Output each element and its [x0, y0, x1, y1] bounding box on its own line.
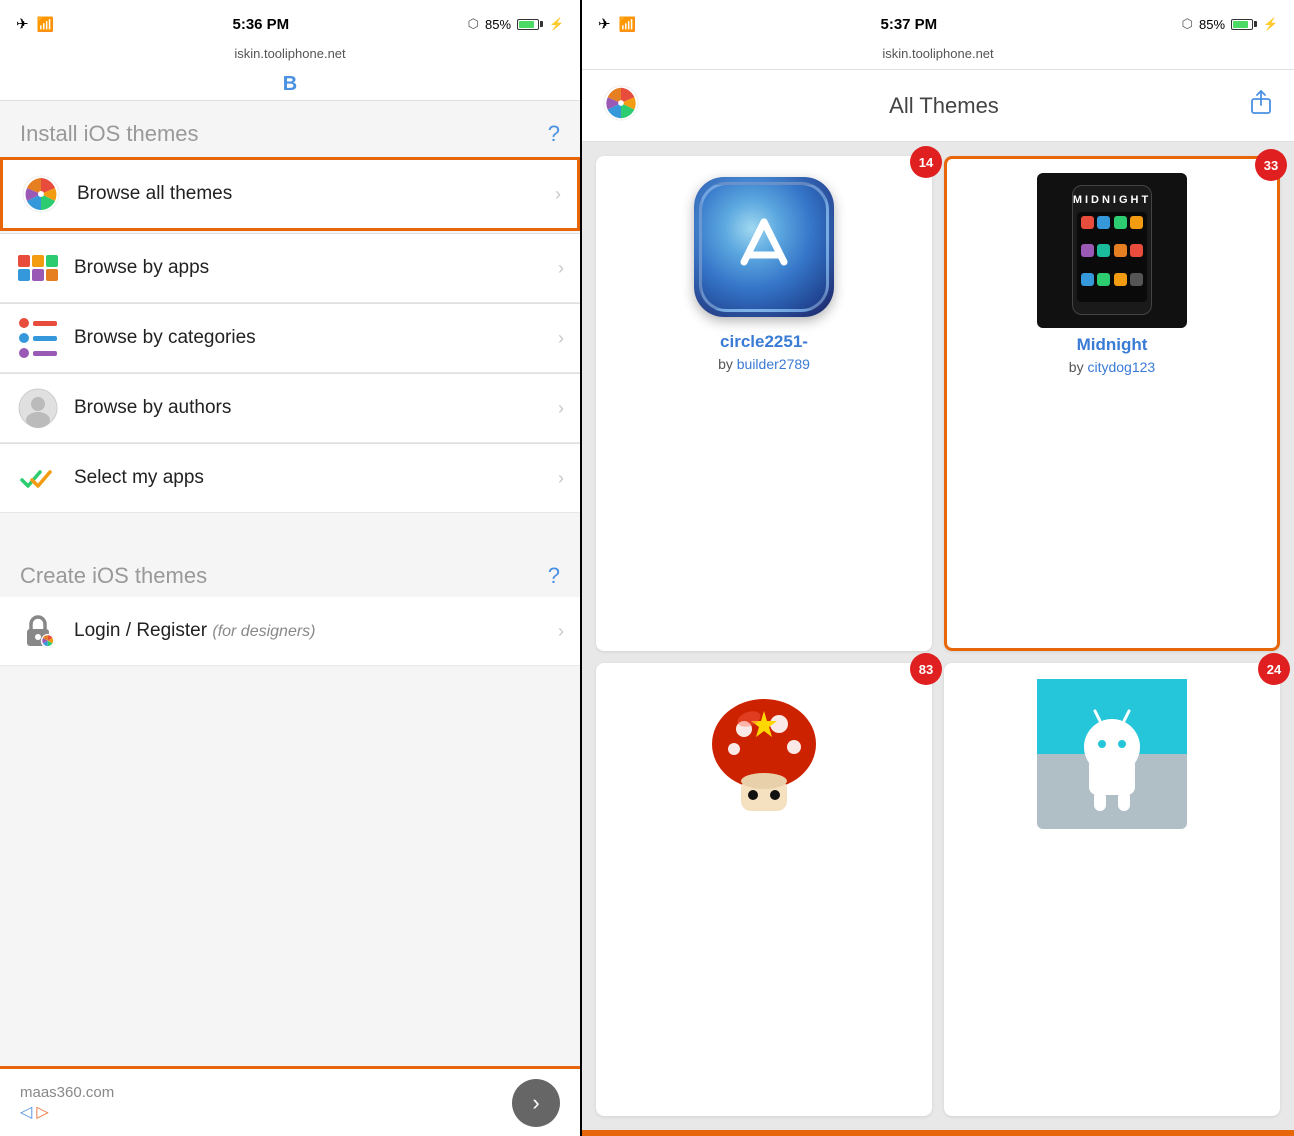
pinwheel-icon	[19, 172, 63, 216]
right-battery-icon	[1231, 19, 1257, 30]
theme-image-midnight: MIDNIGHT	[1037, 175, 1187, 325]
ad-bar: maas360.com ◁ ▷ ›	[0, 1066, 580, 1136]
theme-name-midnight: Midnight	[1077, 335, 1148, 355]
left-url: iskin.tooliphone.net	[234, 46, 345, 61]
left-status-right: ⬡ 85% ⚡	[468, 16, 564, 32]
forward-chevron-icon: ›	[532, 1090, 539, 1116]
prev-arrow-icon[interactable]: ◁	[20, 1102, 32, 1122]
lock-icon	[16, 609, 60, 653]
apps-grid-icon	[16, 246, 60, 290]
browse-apps-chevron: ›	[558, 258, 564, 279]
checkmarks-icon	[16, 456, 60, 500]
share-button[interactable]	[1248, 89, 1274, 122]
next-arrow-icon[interactable]: ▷	[36, 1102, 48, 1122]
install-help-button[interactable]: ?	[548, 121, 560, 147]
create-section-title: Create iOS themes	[20, 563, 207, 589]
theme-card-midnight[interactable]: 33 MIDNIGHT	[944, 156, 1280, 651]
login-chevron: ›	[558, 621, 564, 642]
midnight-mockup: MIDNIGHT	[1037, 173, 1187, 328]
right-battery-pct: 85%	[1199, 17, 1225, 32]
theme-card-android[interactable]: 24	[944, 663, 1280, 1116]
theme-image-android	[1037, 679, 1187, 829]
right-url: iskin.tooliphone.net	[882, 46, 993, 61]
right-charging-icon: ⚡	[1263, 17, 1278, 31]
browse-by-apps-item[interactable]: Browse by apps ›	[0, 234, 580, 303]
right-status-bar: ✈ 📶 5:37 PM ⬡ 85% ⚡	[582, 0, 1294, 44]
install-section-title: Install iOS themes	[20, 121, 199, 147]
ad-content: maas360.com ◁ ▷	[20, 1084, 114, 1122]
b-indicator: B	[0, 69, 580, 101]
author-avatar-icon	[16, 386, 60, 430]
browse-by-authors-item[interactable]: Browse by authors ›	[0, 374, 580, 443]
android-icon	[1037, 679, 1187, 829]
install-section-header: Install iOS themes ?	[0, 101, 580, 155]
ad-forward-button[interactable]: ›	[512, 1079, 560, 1127]
theme-author-midnight: by citydog123	[1069, 359, 1155, 375]
right-status-left: ✈ 📶	[598, 15, 636, 33]
left-url-bar: iskin.tooliphone.net	[0, 44, 580, 69]
right-wifi-icon: 📶	[619, 16, 636, 33]
categories-icon	[16, 316, 60, 360]
ad-navigation-arrows[interactable]: ◁ ▷	[20, 1102, 114, 1122]
right-airplane-icon: ✈	[598, 15, 611, 33]
theme-image-mushroom	[689, 679, 839, 829]
select-my-apps-item[interactable]: Select my apps ›	[0, 444, 580, 513]
browse-categories-label: Browse by categories	[74, 327, 558, 349]
wifi-icon: 📶	[37, 16, 54, 33]
left-status-bar: ✈ 📶 5:36 PM ⬡ 85% ⚡	[0, 0, 580, 44]
create-help-button[interactable]: ?	[548, 563, 560, 589]
right-status-right: ⬡ 85% ⚡	[1182, 16, 1278, 32]
browse-all-label: Browse all themes	[77, 183, 555, 205]
left-status-icons: ✈ 📶	[16, 15, 54, 33]
browse-apps-label: Browse by apps	[74, 257, 558, 279]
battery-percentage: 85%	[485, 17, 511, 32]
charging-icon: ⚡	[549, 17, 564, 31]
midnight-screen	[1077, 212, 1147, 302]
theme-name-circle2251: circle2251-	[720, 332, 808, 352]
right-bottom-bar	[582, 1130, 1294, 1136]
right-bluetooth-icon: ⬡	[1182, 16, 1193, 32]
browse-by-categories-item[interactable]: Browse by categories ›	[0, 304, 580, 373]
left-content: Install iOS themes ? Browse all themes	[0, 101, 580, 1136]
browse-authors-label: Browse by authors	[74, 397, 558, 419]
right-header: All Themes	[582, 70, 1294, 142]
midnight-text: MIDNIGHT	[1073, 194, 1151, 206]
bluetooth-icon: ⬡	[468, 16, 479, 32]
right-logo	[602, 84, 640, 127]
theme-image-circle2251	[689, 172, 839, 322]
theme-badge-midnight: 33	[1255, 149, 1287, 181]
left-time: 5:36 PM	[232, 16, 289, 33]
login-register-item[interactable]: Login / Register (for designers) ›	[0, 597, 580, 666]
right-time: 5:37 PM	[880, 16, 937, 33]
mushroom-icon	[699, 689, 829, 819]
airplane-icon: ✈	[16, 15, 29, 33]
app-store-icon	[694, 177, 834, 317]
select-apps-chevron: ›	[558, 468, 564, 489]
right-panel: ✈ 📶 5:37 PM ⬡ 85% ⚡ iskin.tooliphone.net	[582, 0, 1294, 1136]
themes-grid: 14 circle2251- by builder2789	[582, 142, 1294, 1130]
browse-categories-chevron: ›	[558, 328, 564, 349]
browse-all-themes-item[interactable]: Browse all themes ›	[0, 157, 580, 231]
select-apps-label: Select my apps	[74, 467, 558, 489]
theme-badge-mushroom: 83	[910, 653, 942, 685]
left-panel: ✈ 📶 5:36 PM ⬡ 85% ⚡ iskin.tooliphone.net…	[0, 0, 582, 1136]
right-url-bar: iskin.tooliphone.net	[582, 44, 1294, 70]
app-store-inner	[699, 182, 829, 312]
browse-authors-chevron: ›	[558, 398, 564, 419]
browse-all-chevron: ›	[555, 184, 561, 205]
battery-icon	[517, 19, 543, 30]
theme-card-circle2251[interactable]: 14 circle2251- by builder2789	[596, 156, 932, 651]
theme-badge-circle2251: 14	[910, 146, 942, 178]
midnight-phone: MIDNIGHT	[1072, 185, 1152, 315]
create-section-header: Create iOS themes ?	[0, 543, 580, 597]
ad-text: maas360.com	[20, 1084, 114, 1101]
theme-author-circle2251: by builder2789	[718, 356, 810, 372]
all-themes-title: All Themes	[889, 93, 999, 119]
theme-badge-android: 24	[1258, 653, 1290, 685]
login-label: Login / Register (for designers)	[74, 620, 558, 642]
theme-card-mushroom[interactable]: 83	[596, 663, 932, 1116]
